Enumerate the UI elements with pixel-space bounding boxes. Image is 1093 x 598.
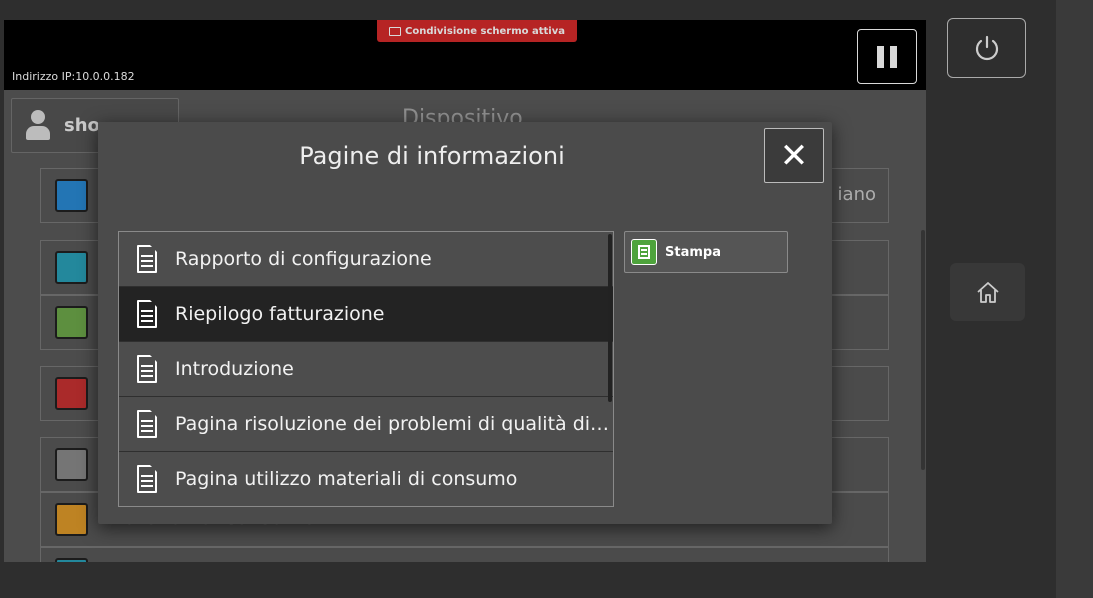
list-item-label: Rapporto di configurazione xyxy=(175,248,432,270)
print-button[interactable]: Stampa xyxy=(624,231,788,273)
document-icon xyxy=(137,465,157,493)
dialog-title: Pagine di informazioni xyxy=(299,142,565,170)
info-pages-list: Rapporto di configurazione Riepilogo fat… xyxy=(118,231,614,507)
home-button[interactable] xyxy=(950,263,1025,321)
list-item-label: Pagina utilizzo materiali di consumo xyxy=(175,468,518,490)
close-icon: ✕ xyxy=(779,135,809,176)
close-button[interactable]: ✕ xyxy=(764,128,824,183)
side-panel xyxy=(1056,0,1093,598)
list-item-label: Pagina risoluzione dei problemi di quali… xyxy=(175,413,610,435)
list-item[interactable]: Pagina risoluzione dei problemi di quali… xyxy=(119,397,613,452)
home-icon xyxy=(976,282,999,303)
list-item[interactable]: Introduzione xyxy=(119,342,613,397)
info-pages-dialog: Pagine di informazioni ✕ Rapporto di con… xyxy=(98,122,832,524)
printer-icon xyxy=(631,239,657,265)
print-label: Stampa xyxy=(665,244,721,260)
list-item[interactable]: Riepilogo fatturazione xyxy=(119,287,613,342)
document-icon xyxy=(137,355,157,383)
list-item[interactable]: Pagina utilizzo materiali di consumo xyxy=(119,452,613,506)
list-scrollbar[interactable] xyxy=(608,234,612,402)
document-icon xyxy=(137,300,157,328)
power-button[interactable] xyxy=(947,18,1026,78)
power-icon xyxy=(975,35,998,61)
document-icon xyxy=(137,245,157,273)
list-item[interactable]: Rapporto di configurazione xyxy=(119,232,613,287)
list-item-label: Introduzione xyxy=(175,358,294,380)
document-icon xyxy=(137,410,157,438)
list-item-label: Riepilogo fatturazione xyxy=(175,303,385,325)
